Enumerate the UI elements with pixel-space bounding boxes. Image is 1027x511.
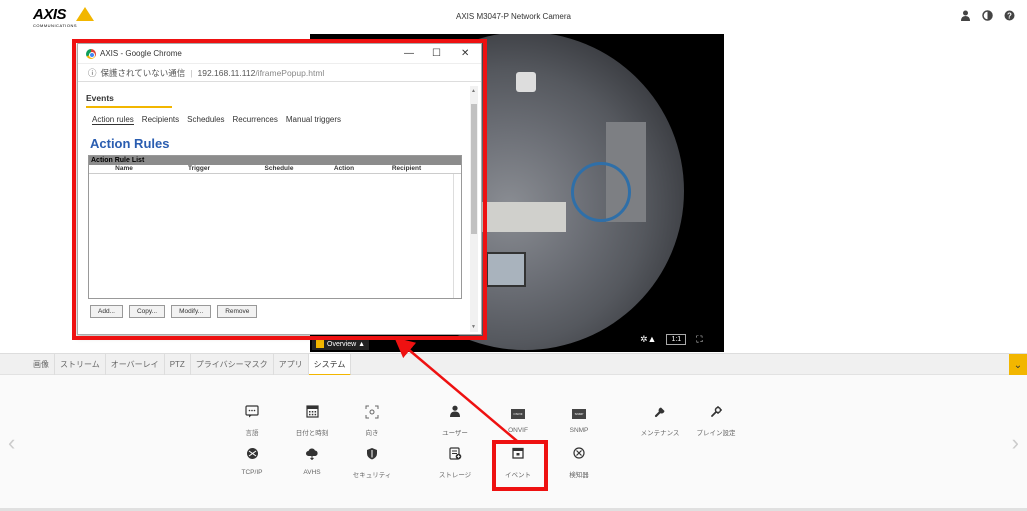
red-arrow: [394, 337, 518, 442]
